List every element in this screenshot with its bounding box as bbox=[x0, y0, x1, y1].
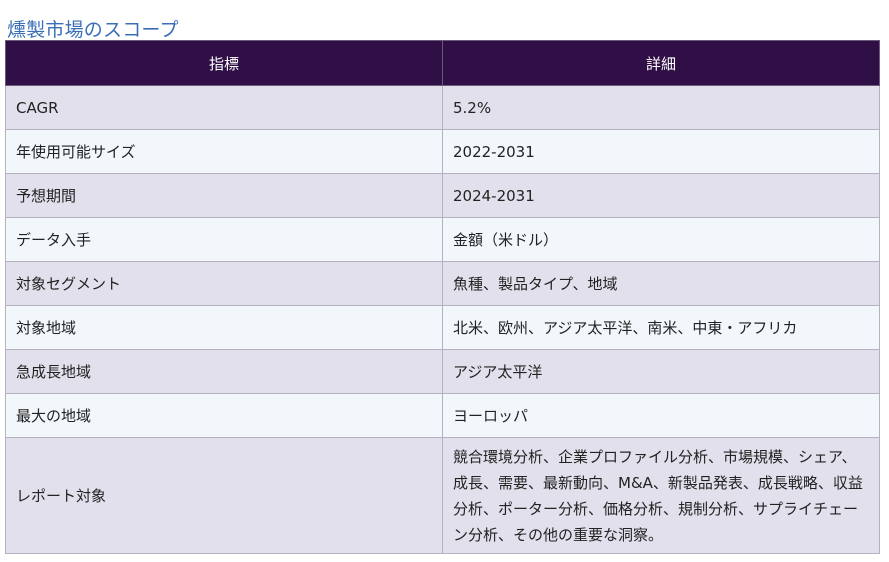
metric-cell: 最大の地域 bbox=[5, 393, 443, 438]
table-row: 対象地域 北米、欧州、アジア太平洋、南米、中東・アフリカ bbox=[5, 305, 880, 350]
detail-cell: 北米、欧州、アジア太平洋、南米、中東・アフリカ bbox=[442, 305, 880, 350]
table-row: データ入手 金額（米ドル） bbox=[5, 217, 880, 262]
detail-cell: 魚種、製品タイプ、地域 bbox=[442, 261, 880, 306]
table-row: 急成長地域 アジア太平洋 bbox=[5, 349, 880, 394]
detail-cell: 2022-2031 bbox=[442, 129, 880, 174]
table-row: レポート対象 競合環境分析、企業プロファイル分析、市場規模、シェア、成長、需要、… bbox=[5, 437, 880, 554]
metric-cell: 急成長地域 bbox=[5, 349, 443, 394]
table-row: CAGR 5.2% bbox=[5, 85, 880, 130]
table-row: 年使用可能サイズ 2022-2031 bbox=[5, 129, 880, 174]
metric-cell: 対象地域 bbox=[5, 305, 443, 350]
table-row: 予想期間 2024-2031 bbox=[5, 173, 880, 218]
table-row: 最大の地域 ヨーロッパ bbox=[5, 393, 880, 438]
detail-cell: 2024-2031 bbox=[442, 173, 880, 218]
table-header-row: 指標 詳細 bbox=[5, 40, 880, 86]
metric-cell: 予想期間 bbox=[5, 173, 443, 218]
table-row: 対象セグメント 魚種、製品タイプ、地域 bbox=[5, 261, 880, 306]
header-detail: 詳細 bbox=[442, 40, 880, 86]
metric-cell: 対象セグメント bbox=[5, 261, 443, 306]
scope-table: 指標 詳細 CAGR 5.2% 年使用可能サイズ 2022-2031 予想期間 … bbox=[5, 40, 880, 554]
metric-cell: CAGR bbox=[5, 85, 443, 130]
detail-cell: ヨーロッパ bbox=[442, 393, 880, 438]
detail-cell: 金額（米ドル） bbox=[442, 217, 880, 262]
detail-cell: 競合環境分析、企業プロファイル分析、市場規模、シェア、成長、需要、最新動向、M&… bbox=[442, 437, 880, 554]
detail-cell: 5.2% bbox=[442, 85, 880, 130]
detail-cell: アジア太平洋 bbox=[442, 349, 880, 394]
page-title: 燻製市場のスコープ bbox=[7, 18, 179, 41]
metric-cell: レポート対象 bbox=[5, 437, 443, 554]
metric-cell: 年使用可能サイズ bbox=[5, 129, 443, 174]
metric-cell: データ入手 bbox=[5, 217, 443, 262]
header-metric: 指標 bbox=[5, 40, 443, 86]
